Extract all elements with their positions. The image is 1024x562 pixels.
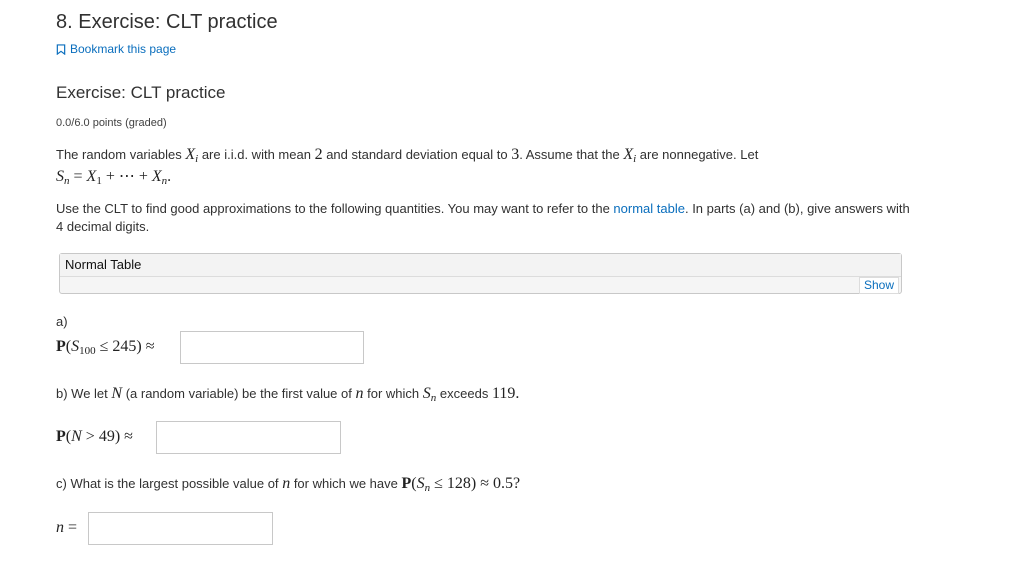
problem-title: Exercise: CLT practice bbox=[56, 83, 226, 102]
part-a-answer-input[interactable] bbox=[180, 331, 364, 364]
bookmark-label: Bookmark this page bbox=[70, 42, 177, 56]
page-title: 8. Exercise: CLT practice bbox=[56, 11, 278, 33]
part-b-text: b) We let N (a random variable) be the f… bbox=[56, 385, 520, 404]
points-status: 0.0/6.0 points (graded) bbox=[56, 117, 167, 129]
part-a-expression: P(S100 ≤ 245) ≈ bbox=[56, 338, 155, 357]
part-c-expression: n = bbox=[56, 519, 78, 536]
problem-statement: The random variables Xi are i.i.d. with … bbox=[56, 146, 759, 187]
part-c-text: c) What is the largest possible value of… bbox=[56, 475, 521, 494]
show-button[interactable]: Show bbox=[858, 277, 899, 294]
instructions: Use the CLT to find good approximations … bbox=[56, 201, 910, 234]
part-c-answer-input[interactable] bbox=[88, 512, 273, 545]
part-a-label: a) bbox=[56, 314, 68, 329]
normal-table-header: Normal Table bbox=[60, 254, 901, 277]
part-b-expression: P(N > 49) ≈ bbox=[56, 428, 133, 445]
bookmark-link[interactable]: Bookmark this page bbox=[56, 42, 176, 56]
part-b-answer-input[interactable] bbox=[156, 421, 341, 454]
bookmark-icon bbox=[56, 43, 66, 55]
normal-table-link[interactable]: normal table bbox=[613, 201, 685, 216]
normal-table-label: Normal Table bbox=[65, 257, 142, 272]
normal-table-panel: Normal Table Show bbox=[59, 253, 902, 294]
